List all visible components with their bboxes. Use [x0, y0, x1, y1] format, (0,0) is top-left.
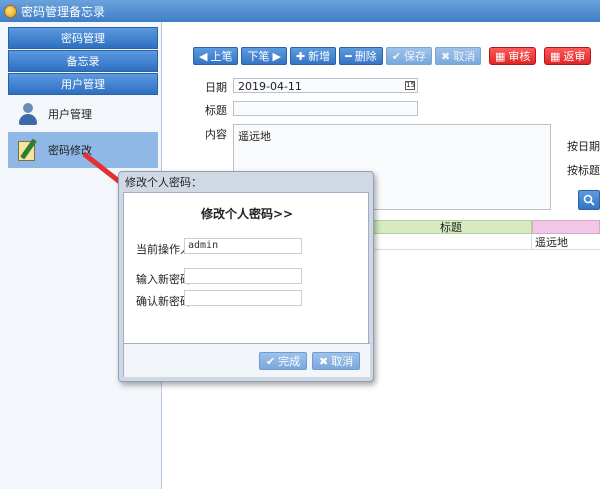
- user-icon: [16, 102, 40, 126]
- grid-header-extra[interactable]: [532, 220, 600, 234]
- sidebar-header-user[interactable]: 用户管理: [8, 73, 158, 95]
- check-icon: ✔: [266, 354, 276, 368]
- sidebar-item-user-management[interactable]: 用户管理: [8, 96, 158, 132]
- search-button[interactable]: [578, 190, 600, 210]
- confirm-password-label: 确认新密码: [136, 295, 191, 308]
- new-password-label: 输入新密码: [136, 273, 191, 286]
- content-label: 内容: [205, 128, 227, 141]
- triangle-right-icon: ▶: [272, 49, 281, 63]
- toolbar: ◀ 上笔 下笔 ▶ ✚ 新增 ━ 删除 ✔ 保存 ✖ 取消: [193, 47, 482, 65]
- add-button[interactable]: ✚ 新增: [289, 47, 337, 65]
- window-titlebar: 密码管理备忘录: [0, 0, 600, 22]
- sidebar-item-label: 密码修改: [48, 144, 92, 157]
- date-label: 日期: [205, 81, 227, 94]
- grid-icon: ▦: [550, 49, 561, 63]
- unreview-button[interactable]: ▦ 返审: [544, 47, 592, 65]
- review-button[interactable]: ▦ 审核: [489, 47, 537, 65]
- title-field[interactable]: [233, 101, 418, 116]
- table-row[interactable]: [370, 234, 532, 250]
- delete-button[interactable]: ━ 删除: [339, 47, 383, 65]
- dialog-body: 修改个人密码>> 当前操作人 admin 输入新密码 确认新密码 ✔ 完成 ✖ 取消: [123, 192, 370, 377]
- operator-field: admin: [184, 238, 302, 254]
- dialog-cancel-button[interactable]: ✖ 取消: [312, 352, 361, 370]
- search-by-title-label: 按标题查: [567, 164, 600, 177]
- sidebar-header-password[interactable]: 密码管理: [8, 27, 158, 49]
- sidebar-item-password-change[interactable]: 密码修改: [8, 132, 158, 168]
- triangle-left-icon: ◀: [199, 49, 208, 63]
- search-by-date-label: 按日期查: [567, 140, 600, 153]
- ok-button[interactable]: ✔ 完成: [259, 352, 308, 370]
- review-wrap: ▦ 审核: [489, 47, 537, 65]
- title-label: 标题: [205, 104, 227, 117]
- dialog-heading: 修改个人密码>>: [200, 207, 294, 221]
- table-cell-title[interactable]: 遥远地: [532, 234, 600, 250]
- notepad-pen-icon: [16, 138, 40, 162]
- date-field[interactable]: 2019-04-11 15: [233, 78, 418, 93]
- window-title: 密码管理备忘录: [21, 4, 106, 19]
- next-button[interactable]: 下笔 ▶: [241, 47, 287, 65]
- app-icon: [4, 4, 17, 18]
- dialog-footer: ✔ 完成 ✖ 取消: [124, 343, 370, 377]
- cancel-button[interactable]: ✖ 取消: [435, 47, 482, 65]
- new-password-input[interactable]: [184, 268, 302, 284]
- save-button[interactable]: ✔ 保存: [385, 47, 432, 65]
- check-icon: ✔: [391, 49, 401, 63]
- plus-icon: ✚: [295, 49, 306, 63]
- grid-icon: ▦: [495, 49, 506, 63]
- calendar-icon[interactable]: 15: [405, 81, 415, 90]
- x-icon: ✖: [441, 49, 451, 63]
- x-icon: ✖: [319, 354, 329, 368]
- minus-icon: ━: [345, 49, 352, 63]
- change-password-dialog: 修改个人密码： 修改个人密码>> 当前操作人 admin 输入新密码 确认新密码…: [118, 171, 374, 382]
- unreview-wrap: ▦ 返审: [544, 47, 592, 65]
- sidebar-item-label: 用户管理: [48, 108, 92, 121]
- sidebar-header-memo[interactable]: 备忘录: [8, 50, 158, 72]
- grid-header-title[interactable]: 标题: [370, 220, 532, 234]
- search-icon: [583, 194, 595, 206]
- prev-button[interactable]: ◀ 上笔: [193, 47, 239, 65]
- confirm-password-input[interactable]: [184, 290, 302, 306]
- dialog-title: 修改个人密码：: [125, 176, 202, 189]
- operator-label: 当前操作人: [136, 243, 191, 256]
